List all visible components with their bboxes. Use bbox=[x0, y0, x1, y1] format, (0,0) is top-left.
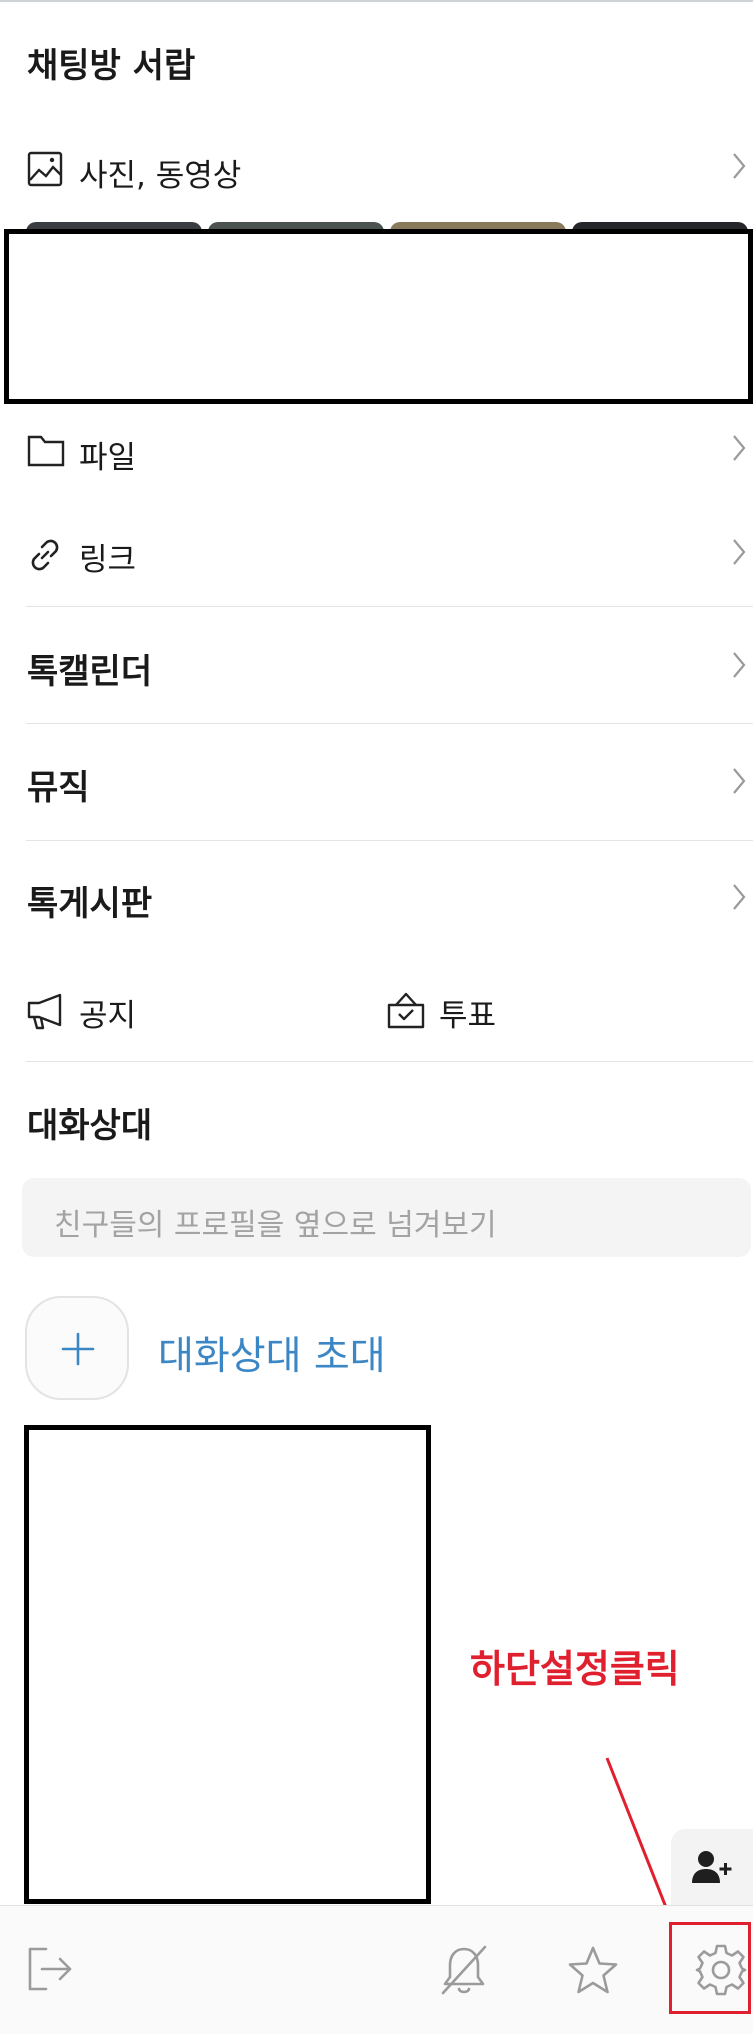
chevron-right-icon bbox=[732, 538, 746, 566]
invite-member-label[interactable]: 대화상대 초대 bbox=[158, 1325, 386, 1381]
members-title: 대화상대 bbox=[27, 1106, 153, 1146]
notice-label: 공지 bbox=[79, 998, 137, 1034]
divider bbox=[26, 1061, 753, 1062]
music-row[interactable]: 뮤직 bbox=[0, 750, 753, 814]
redacted-member-list bbox=[24, 1425, 431, 1904]
notice-button[interactable]: 공지 bbox=[0, 978, 360, 1042]
files-row[interactable]: 파일 bbox=[0, 420, 753, 484]
annotation-highlight-box bbox=[669, 1922, 751, 2014]
chevron-right-icon bbox=[732, 152, 746, 180]
drawer-title: 채팅방 서랍 bbox=[27, 46, 196, 86]
links-label: 링크 bbox=[79, 542, 137, 578]
divider bbox=[26, 840, 753, 841]
bell-off-icon[interactable] bbox=[437, 1943, 491, 1997]
folder-icon bbox=[27, 433, 65, 467]
link-icon bbox=[26, 536, 64, 574]
redacted-media-box bbox=[4, 229, 753, 404]
poll-label: 투표 bbox=[439, 998, 497, 1034]
chevron-right-icon bbox=[732, 883, 746, 911]
chevron-right-icon bbox=[732, 767, 746, 795]
music-label: 뮤직 bbox=[27, 768, 90, 808]
add-friend-button[interactable] bbox=[671, 1829, 753, 1905]
megaphone-icon bbox=[26, 992, 66, 1030]
talk-board-label: 톡게시판 bbox=[27, 884, 153, 924]
divider bbox=[26, 723, 753, 724]
links-row[interactable]: 링크 bbox=[0, 524, 753, 588]
star-icon[interactable] bbox=[566, 1945, 620, 1997]
image-icon bbox=[27, 151, 63, 187]
profile-swipe-box[interactable]: 친구들의 프로필을 옆으로 넘겨보기 bbox=[22, 1178, 751, 1257]
chevron-right-icon bbox=[732, 434, 746, 462]
media-row[interactable]: 사진, 동영상 bbox=[0, 140, 753, 204]
invite-member-button[interactable] bbox=[25, 1296, 129, 1400]
annotation-label: 하단설정클릭 bbox=[470, 1647, 680, 1691]
annotation-arrow bbox=[605, 1757, 673, 1921]
media-label: 사진, 동영상 bbox=[79, 158, 242, 194]
poll-button[interactable]: 투표 bbox=[380, 978, 740, 1042]
files-label: 파일 bbox=[79, 440, 137, 476]
talk-board-row[interactable]: 톡게시판 bbox=[0, 866, 753, 930]
exit-icon[interactable] bbox=[26, 1945, 74, 1993]
divider bbox=[26, 606, 753, 607]
chevron-right-icon bbox=[732, 651, 746, 679]
plus-icon bbox=[60, 1331, 96, 1367]
top-divider bbox=[0, 0, 753, 2]
talk-calendar-label: 톡캘린더 bbox=[27, 652, 153, 692]
add-user-icon bbox=[691, 1849, 735, 1885]
bottom-bar bbox=[0, 1905, 753, 2034]
talk-calendar-row[interactable]: 톡캘린더 bbox=[0, 634, 753, 698]
profile-swipe-hint: 친구들의 프로필을 옆으로 넘겨보기 bbox=[54, 1208, 497, 1243]
ballot-box-icon bbox=[386, 990, 426, 1030]
